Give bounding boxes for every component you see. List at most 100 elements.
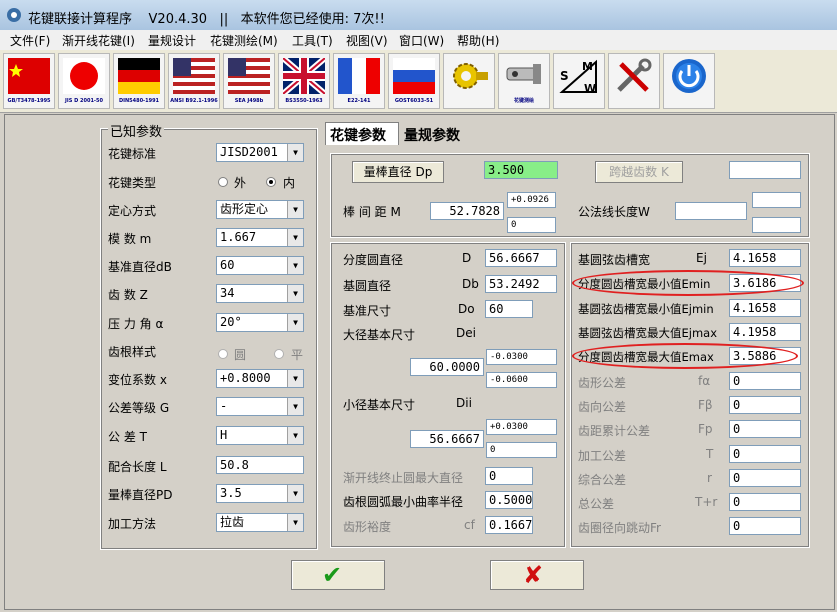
total-tol-symbol: T+r	[695, 495, 718, 509]
total-tol-label: 总公差	[578, 497, 615, 511]
base-circle-value[interactable]: 53.2492	[485, 275, 557, 293]
base-chord-max-value[interactable]: 4.1958	[729, 323, 801, 341]
fit-len-input[interactable]: 50.8	[216, 456, 304, 474]
menu-tools[interactable]: 工具(T)	[292, 32, 333, 49]
pin-dia-button[interactable]: 量棒直径 Dp	[352, 161, 444, 183]
usa-ansi-flag-button[interactable]: ANSI B92.1-1996	[168, 53, 220, 109]
minor-dia-value[interactable]: 56.6667	[410, 430, 484, 448]
chevron-down-icon: ▼	[287, 398, 303, 415]
uk-flag-button[interactable]: BS3550-1963	[278, 53, 330, 109]
chevron-down-icon: ▼	[287, 285, 303, 302]
ok-button[interactable]: ✔	[291, 560, 385, 590]
china-flag-button[interactable]: GB/T3478-1995	[3, 53, 55, 109]
smw-button[interactable]: SMW	[553, 53, 605, 109]
tol-grade-select[interactable]: - ▼	[216, 397, 304, 416]
root-radio-round[interactable]	[218, 349, 228, 359]
runout-value[interactable]: 0	[729, 517, 801, 535]
standard-select[interactable]: JISD2001 ▼	[216, 143, 304, 162]
germany-flag-button[interactable]: DIN5480-1991	[113, 53, 165, 109]
exit-button[interactable]	[663, 53, 715, 109]
root-round-label: 圆	[234, 348, 247, 362]
tools-button[interactable]	[608, 53, 660, 109]
base-circle-symbol: Db	[462, 277, 479, 291]
power-icon	[672, 59, 706, 93]
chevron-down-icon: ▼	[287, 257, 303, 274]
base-chord-width-symbol: Ej	[696, 251, 707, 265]
menu-view[interactable]: 视图(V)	[346, 32, 388, 49]
menu-file[interactable]: 文件(F)	[10, 32, 50, 49]
minor-dia-upper-dev[interactable]: +0.0300	[486, 419, 557, 435]
major-dia-lower-dev[interactable]: -0.0600	[486, 372, 557, 388]
tools-icon	[617, 58, 652, 92]
span-teeth-button[interactable]: 跨越齿数 K	[595, 161, 683, 183]
module-select[interactable]: 1.667 ▼	[216, 228, 304, 247]
form-clearance-value[interactable]: 0.1667	[485, 516, 533, 534]
over-pins-value[interactable]: 52.7828	[430, 202, 504, 220]
menu-help[interactable]: 帮助(H)	[457, 32, 499, 49]
root-radio-flat[interactable]	[274, 349, 284, 359]
standard-value: JISD2001	[220, 145, 278, 159]
type-radio-internal[interactable]	[266, 177, 276, 187]
menu-gauge-design[interactable]: 量规设计	[148, 32, 196, 49]
shift-select[interactable]: +0.8000 ▼	[216, 369, 304, 388]
base-chord-min-label: 基圆弦齿槽宽最小值Ejmin	[578, 302, 714, 316]
machining-tol-symbol: T	[706, 447, 714, 461]
tab-spline-params[interactable]: 花键参数	[325, 122, 399, 145]
france-flag-button[interactable]: E22-141	[333, 53, 385, 109]
pin-dia-select[interactable]: 3.5 ▼	[216, 484, 304, 503]
gear-tool-button[interactable]	[443, 53, 495, 109]
teeth-select[interactable]: 34 ▼	[216, 284, 304, 303]
fillet-radius-value[interactable]: 0.5000	[485, 491, 533, 509]
menu-window[interactable]: 窗口(W)	[399, 32, 444, 49]
chevron-down-icon: ▼	[287, 144, 303, 161]
chord-value[interactable]	[675, 202, 747, 220]
pitch-dia-value[interactable]: 56.6667	[485, 249, 557, 267]
over-pins-upper-dev[interactable]: +0.0926	[507, 192, 556, 208]
base-dia-select[interactable]: 60 ▼	[216, 256, 304, 275]
chord-label: 公法线长度W	[578, 205, 650, 219]
major-dia-upper-dev[interactable]: -0.0300	[486, 349, 557, 365]
chord-lower-dev[interactable]	[752, 217, 801, 233]
spline-survey-button[interactable]: 花键测绘	[498, 53, 550, 109]
tol-select[interactable]: H ▼	[216, 426, 304, 445]
pitch-cum-tol-value[interactable]: 0	[729, 420, 801, 438]
span-teeth-value[interactable]	[729, 161, 801, 179]
minor-dia-symbol: Dii	[456, 396, 472, 410]
major-dia-value[interactable]: 60.0000	[410, 358, 484, 376]
profile-tol-value[interactable]: 0	[729, 372, 801, 390]
fillet-radius-label: 齿根圆弧最小曲率半径	[343, 495, 464, 509]
tab-gauge-params-label: 量规参数	[404, 128, 460, 144]
composite-tol-value[interactable]: 0	[729, 469, 801, 487]
pressure-select[interactable]: 20° ▼	[216, 313, 304, 332]
pin-dia-value-box[interactable]: 3.500	[484, 161, 558, 179]
type-radio-external[interactable]	[218, 177, 228, 187]
usa-sae-flag-button[interactable]: SEA J498b	[223, 53, 275, 109]
pitch-cum-tol-symbol: Fp	[698, 422, 713, 436]
form-dia-value[interactable]: 0	[485, 467, 533, 485]
russia-flag-button[interactable]: GOST6033-51	[388, 53, 440, 109]
center-select[interactable]: 齿形定心 ▼	[216, 200, 304, 219]
svg-text:S: S	[560, 69, 569, 83]
over-pins-lower-dev[interactable]: 0	[507, 217, 556, 233]
shift-value: +0.8000	[220, 371, 271, 385]
form-dia-label: 渐开线终止圆最大直径	[343, 471, 464, 485]
total-tol-value[interactable]: 0	[729, 493, 801, 511]
cancel-button[interactable]: ✘	[490, 560, 584, 590]
base-chord-width-value[interactable]: 4.1658	[729, 249, 801, 267]
ref-size-value[interactable]: 60	[485, 300, 533, 318]
chord-upper-dev[interactable]	[752, 192, 801, 208]
method-select[interactable]: 拉齿 ▼	[216, 513, 304, 532]
chevron-down-icon: ▼	[287, 485, 303, 502]
base-chord-min-value[interactable]: 4.1658	[729, 299, 801, 317]
minor-dia-lower-dev[interactable]: 0	[486, 442, 557, 458]
lead-tol-value[interactable]: 0	[729, 396, 801, 414]
machining-tol-value[interactable]: 0	[729, 445, 801, 463]
japan-flag-button[interactable]: JIS D 2001-50	[58, 53, 110, 109]
tab-gauge-params[interactable]: 量规参数	[400, 124, 472, 144]
base-chord-max-label: 基圆弦齿槽宽最大值Ejmax	[578, 326, 718, 340]
menu-spline-survey[interactable]: 花键测绘(M)	[210, 32, 278, 49]
center-value: 齿形定心	[220, 202, 269, 216]
menu-involute-spline[interactable]: 渐开线花键(I)	[62, 32, 135, 49]
tol-grade-label: 公差等级 G	[108, 401, 170, 415]
germany-flag-icon	[118, 58, 160, 94]
